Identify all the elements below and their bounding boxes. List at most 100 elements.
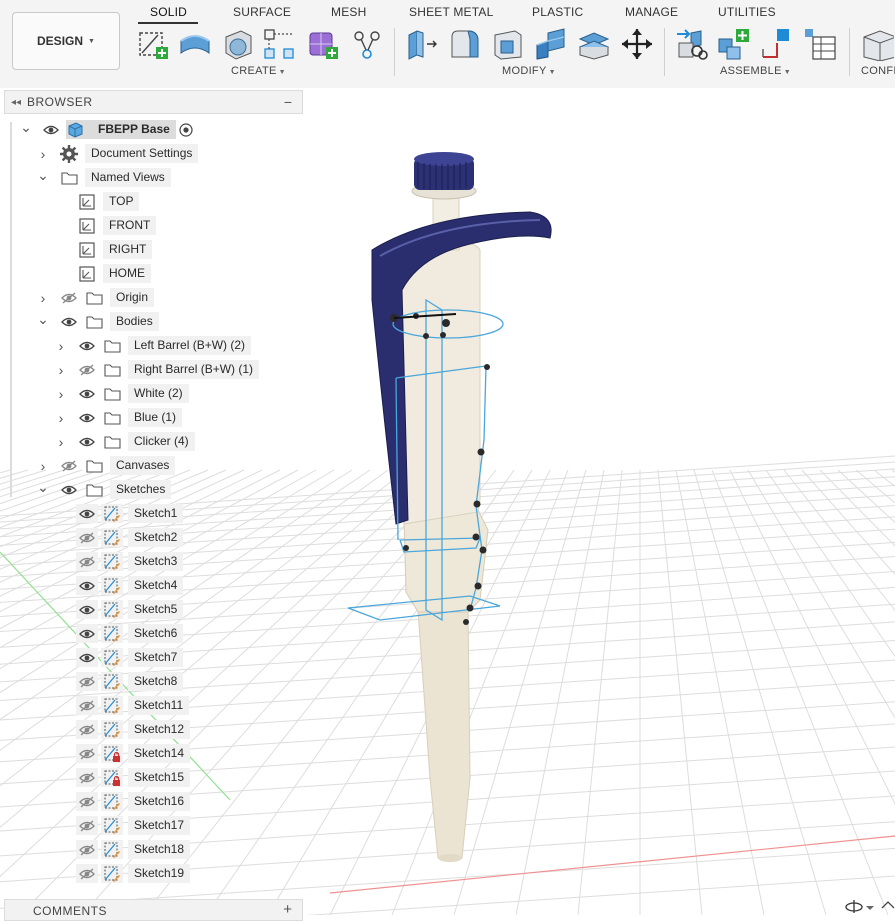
eye-hidden-icon[interactable] [76,768,98,787]
tree-sketch-item[interactable]: Sketch14 [0,742,300,766]
combine-icon[interactable] [534,27,568,61]
eye-icon[interactable] [76,648,98,667]
eye-icon[interactable] [76,576,98,595]
eye-icon[interactable] [42,118,60,142]
eye-hidden-icon[interactable] [76,552,98,571]
chevron-right-icon[interactable]: › [55,358,67,382]
new-component-icon[interactable] [717,27,751,61]
tree-sketch-item[interactable]: Sketch18 [0,838,300,862]
chevron-right-icon[interactable]: › [55,382,67,406]
bom-icon[interactable] [803,27,837,61]
shell-icon[interactable] [491,27,525,61]
tree-sketch-item[interactable]: Sketch7 [0,646,300,670]
extrude-icon[interactable] [178,27,212,61]
tree-sketch-item[interactable]: Sketch4 [0,574,300,598]
tree-sketch-item[interactable]: Sketch12 [0,718,300,742]
replace-face-icon[interactable] [577,27,611,61]
eye-hidden-icon[interactable] [76,720,98,739]
eye-hidden-icon[interactable] [76,840,98,859]
browser-header[interactable]: ◂◂ BROWSER − [4,90,303,114]
as-built-joint-icon[interactable] [675,27,709,61]
eye-icon[interactable] [76,504,98,523]
eye-icon[interactable] [60,478,78,502]
tree-view-front[interactable]: FRONT [0,214,300,238]
revolve-icon[interactable] [221,27,255,61]
tree-body-item[interactable]: › Clicker (4) [0,430,300,454]
pattern-icon[interactable] [262,27,296,61]
eye-icon[interactable] [60,310,78,334]
tab-manage[interactable]: MANAGE [625,5,678,19]
eye-icon[interactable] [76,624,98,643]
tab-solid[interactable]: SOLID [150,5,187,19]
tree-sketch-item[interactable]: Sketch11 [0,694,300,718]
tree-body-item[interactable]: › Right Barrel (B+W) (1) [0,358,300,382]
move-copy-icon[interactable] [620,27,654,61]
minimize-icon[interactable]: − [284,94,292,110]
eye-icon[interactable] [78,334,96,358]
derive-icon[interactable] [350,27,384,61]
tree-view-top[interactable]: TOP [0,190,300,214]
eye-icon[interactable] [78,430,96,454]
press-pull-icon[interactable] [405,27,439,61]
tree-body-item[interactable]: › White (2) [0,382,300,406]
tab-mesh[interactable]: MESH [331,5,366,19]
tree-view-right[interactable]: RIGHT [0,238,300,262]
tree-sketch-item[interactable]: Sketch8 [0,670,300,694]
activate-component-icon[interactable] [177,118,195,142]
tree-sketch-item[interactable]: Sketch3 [0,550,300,574]
tree-sketch-item[interactable]: Sketch2 [0,526,300,550]
chevron-right-icon[interactable]: › [55,334,67,358]
eye-hidden-icon[interactable] [76,864,98,883]
modify-menu[interactable]: MODIFY ▼ [502,65,556,77]
eye-icon[interactable] [78,382,96,406]
tree-sketch-item[interactable]: Sketch15 [0,766,300,790]
eye-hidden-icon[interactable] [76,672,98,691]
eye-icon[interactable] [78,406,96,430]
eye-hidden-icon[interactable] [76,744,98,763]
tree-sketches[interactable]: ⌄ Sketches [0,478,300,502]
comments-panel[interactable]: COMMENTS + [4,899,303,921]
tree-sketch-item[interactable]: Sketch6 [0,622,300,646]
tree-sketch-item[interactable]: Sketch19 [0,862,300,886]
tab-sheet-metal[interactable]: SHEET METAL [409,5,493,19]
tree-sketch-item[interactable]: Sketch17 [0,814,300,838]
orbit-control[interactable] [838,896,895,915]
workspace-switcher[interactable]: DESIGN ▼ [12,12,120,70]
chevron-down-icon[interactable]: ⌄ [37,307,49,331]
tree-named-views[interactable]: ⌄ Named Views [0,166,300,190]
eye-hidden-icon[interactable] [60,286,78,310]
configure-icon[interactable] [860,27,895,62]
eye-icon[interactable] [76,600,98,619]
tab-plastic[interactable]: PLASTIC [532,5,583,19]
tab-utilities[interactable]: UTILITIES [718,5,776,19]
eye-hidden-icon[interactable] [76,792,98,811]
chevron-right-icon[interactable]: › [55,430,67,454]
assemble-menu[interactable]: ASSEMBLE ▼ [720,65,791,77]
chevron-down-icon[interactable]: ⌄ [20,115,32,139]
tab-surface[interactable]: SURFACE [233,5,291,19]
tree-sketch-item[interactable]: Sketch1 [0,502,300,526]
eye-hidden-icon[interactable] [60,454,78,478]
tree-sketch-item[interactable]: Sketch5 [0,598,300,622]
tree-view-home[interactable]: HOME [0,262,300,286]
create-menu[interactable]: CREATE ▼ [231,65,286,77]
tree-body-item[interactable]: › Left Barrel (B+W) (2) [0,334,300,358]
form-icon[interactable] [306,27,340,61]
eye-hidden-icon[interactable] [78,358,96,382]
chevron-right-icon[interactable]: › [55,406,67,430]
tree-bodies[interactable]: ⌄ Bodies [0,310,300,334]
add-comment-icon[interactable]: + [283,901,292,918]
eye-hidden-icon[interactable] [76,696,98,715]
eye-hidden-icon[interactable] [76,528,98,547]
fillet-icon[interactable] [448,27,482,61]
eye-hidden-icon[interactable] [76,816,98,835]
tree-body-item[interactable]: › Blue (1) [0,406,300,430]
new-sketch-icon[interactable] [136,27,170,61]
tree-root-component[interactable]: ⌄ FBEPP Base [0,118,300,142]
chevron-down-icon[interactable]: ⌄ [37,163,49,187]
tree-sketch-item[interactable]: Sketch16 [0,790,300,814]
chevron-down-icon[interactable]: ⌄ [37,475,49,499]
collapse-panel-icon[interactable]: ◂◂ [5,97,27,108]
joint-origin-icon[interactable] [759,27,793,61]
configure-menu[interactable]: CONFI [861,65,895,77]
